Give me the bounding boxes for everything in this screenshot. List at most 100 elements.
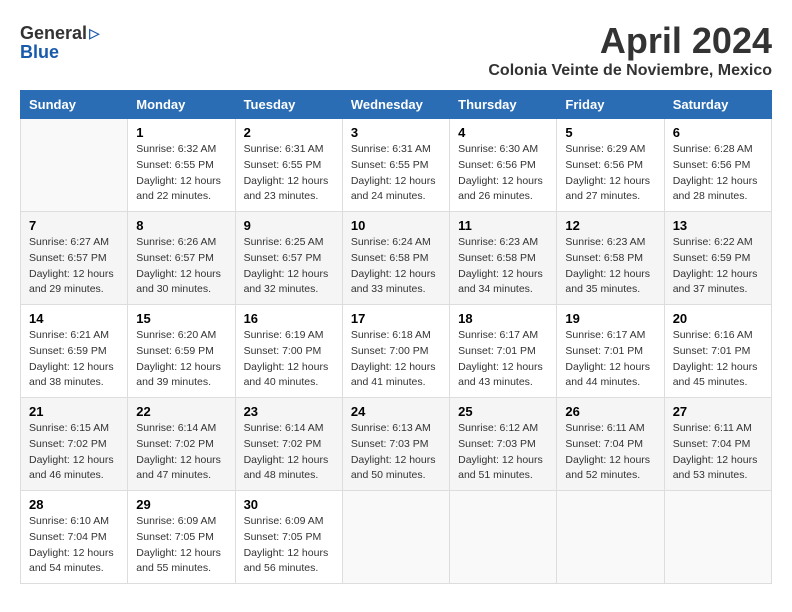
header-friday: Friday xyxy=(557,91,664,119)
cell-week5-day4 xyxy=(450,491,557,584)
cell-week4-day0: 21 Sunrise: 6:15 AMSunset: 7:02 PMDayligh… xyxy=(21,398,128,491)
day-info: Sunrise: 6:14 AMSunset: 7:02 PMDaylight:… xyxy=(136,421,226,484)
day-info: Sunrise: 6:15 AMSunset: 7:02 PMDaylight:… xyxy=(29,421,119,484)
cell-week5-day0: 28 Sunrise: 6:10 AMSunset: 7:04 PMDayligh… xyxy=(21,491,128,584)
cell-week2-day5: 12 Sunrise: 6:23 AMSunset: 6:58 PMDayligh… xyxy=(557,212,664,305)
cell-week3-day4: 18Sunrise: 6:17 AMSunset: 7:01 PMDayligh… xyxy=(450,305,557,398)
cell-week4-day1: 22 Sunrise: 6:14 AMSunset: 7:02 PMDayligh… xyxy=(128,398,235,491)
day-number: 22 xyxy=(136,404,226,419)
cell-week4-day6: 27 Sunrise: 6:11 AMSunset: 7:04 PMDayligh… xyxy=(664,398,771,491)
day-number: 1 xyxy=(136,125,226,140)
cell-week1-day4: 4 Sunrise: 6:30 AMSunset: 6:56 PMDaylight… xyxy=(450,119,557,212)
logo-general: General xyxy=(20,23,87,44)
day-info: Sunrise: 6:31 AMSunset: 6:55 PMDaylight:… xyxy=(351,142,441,205)
day-number: 24 xyxy=(351,404,441,419)
day-info: Sunrise: 6:18 AMSunset: 7:00 PMDaylight:… xyxy=(351,328,441,391)
day-info: Sunrise: 6:26 AMSunset: 6:57 PMDaylight:… xyxy=(136,235,226,298)
header-tuesday: Tuesday xyxy=(235,91,342,119)
day-info: Sunrise: 6:29 AMSunset: 6:56 PMDaylight:… xyxy=(565,142,655,205)
day-number: 5 xyxy=(565,125,655,140)
day-number: 18 xyxy=(458,311,548,326)
cell-week1-day5: 5 Sunrise: 6:29 AMSunset: 6:56 PMDaylight… xyxy=(557,119,664,212)
day-info: Sunrise: 6:23 AMSunset: 6:58 PMDaylight:… xyxy=(458,235,548,298)
cell-week1-day3: 3 Sunrise: 6:31 AMSunset: 6:55 PMDaylight… xyxy=(342,119,449,212)
day-number: 6 xyxy=(673,125,763,140)
day-number: 26 xyxy=(565,404,655,419)
day-info: Sunrise: 6:28 AMSunset: 6:56 PMDaylight:… xyxy=(673,142,763,205)
day-info: Sunrise: 6:12 AMSunset: 7:03 PMDaylight:… xyxy=(458,421,548,484)
cell-week5-day1: 29 Sunrise: 6:09 AMSunset: 7:05 PMDayligh… xyxy=(128,491,235,584)
day-number: 3 xyxy=(351,125,441,140)
day-info: Sunrise: 6:14 AMSunset: 7:02 PMDaylight:… xyxy=(244,421,334,484)
day-info: Sunrise: 6:09 AMSunset: 7:05 PMDaylight:… xyxy=(136,514,226,577)
cell-week2-day2: 9Sunrise: 6:25 AMSunset: 6:57 PMDaylight… xyxy=(235,212,342,305)
day-number: 7 xyxy=(29,218,119,233)
cell-week4-day2: 23 Sunrise: 6:14 AMSunset: 7:02 PMDayligh… xyxy=(235,398,342,491)
day-number: 25 xyxy=(458,404,548,419)
day-info: Sunrise: 6:16 AMSunset: 7:01 PMDaylight:… xyxy=(673,328,763,391)
day-info: Sunrise: 6:10 AMSunset: 7:04 PMDaylight:… xyxy=(29,514,119,577)
day-number: 28 xyxy=(29,497,119,512)
day-number: 8 xyxy=(136,218,226,233)
day-info: Sunrise: 6:32 AMSunset: 6:55 PMDaylight:… xyxy=(136,142,226,205)
day-info: Sunrise: 6:19 AMSunset: 7:00 PMDaylight:… xyxy=(244,328,334,391)
day-number: 29 xyxy=(136,497,226,512)
day-number: 4 xyxy=(458,125,548,140)
day-number: 23 xyxy=(244,404,334,419)
day-info: Sunrise: 6:11 AMSunset: 7:04 PMDaylight:… xyxy=(565,421,655,484)
header-thursday: Thursday xyxy=(450,91,557,119)
cell-week4-day4: 25 Sunrise: 6:12 AMSunset: 7:03 PMDayligh… xyxy=(450,398,557,491)
cell-week3-day1: 15 Sunrise: 6:20 AMSunset: 6:59 PMDayligh… xyxy=(128,305,235,398)
day-info: Sunrise: 6:09 AMSunset: 7:05 PMDaylight:… xyxy=(244,514,334,577)
day-number: 12 xyxy=(565,218,655,233)
day-info: Sunrise: 6:22 AMSunset: 6:59 PMDaylight:… xyxy=(673,235,763,298)
week-row-1: 1 Sunrise: 6:32 AMSunset: 6:55 PMDaylight… xyxy=(21,119,772,212)
header-wednesday: Wednesday xyxy=(342,91,449,119)
cell-week5-day2: 30 Sunrise: 6:09 AMSunset: 7:05 PMDayligh… xyxy=(235,491,342,584)
header-sunday: Sunday xyxy=(21,91,128,119)
cell-week5-day3 xyxy=(342,491,449,584)
cell-week2-day1: 8 Sunrise: 6:26 AMSunset: 6:57 PMDaylight… xyxy=(128,212,235,305)
day-info: Sunrise: 6:23 AMSunset: 6:58 PMDaylight:… xyxy=(565,235,655,298)
day-number: 11 xyxy=(458,218,548,233)
cell-week2-day3: 10Sunrise: 6:24 AMSunset: 6:58 PMDayligh… xyxy=(342,212,449,305)
day-info: Sunrise: 6:30 AMSunset: 6:56 PMDaylight:… xyxy=(458,142,548,205)
title-area: April 2024 Colonia Veinte de Noviembre, … xyxy=(488,20,772,80)
cell-week1-day6: 6 Sunrise: 6:28 AMSunset: 6:56 PMDaylight… xyxy=(664,119,771,212)
day-info: Sunrise: 6:13 AMSunset: 7:03 PMDaylight:… xyxy=(351,421,441,484)
day-number: 21 xyxy=(29,404,119,419)
cell-week1-day2: 2 Sunrise: 6:31 AMSunset: 6:55 PMDaylight… xyxy=(235,119,342,212)
cell-week3-day6: 20 Sunrise: 6:16 AMSunset: 7:01 PMDayligh… xyxy=(664,305,771,398)
day-info: Sunrise: 6:20 AMSunset: 6:59 PMDaylight:… xyxy=(136,328,226,391)
day-number: 30 xyxy=(244,497,334,512)
day-info: Sunrise: 6:17 AMSunset: 7:01 PMDaylight:… xyxy=(565,328,655,391)
day-number: 13 xyxy=(673,218,763,233)
logo-blue: Blue xyxy=(20,42,59,63)
cell-week5-day5 xyxy=(557,491,664,584)
header-row: SundayMondayTuesdayWednesdayThursdayFrid… xyxy=(21,91,772,119)
cell-week2-day0: 7 Sunrise: 6:27 AMSunset: 6:57 PMDaylight… xyxy=(21,212,128,305)
cell-week2-day4: 11 Sunrise: 6:23 AMSunset: 6:58 PMDayligh… xyxy=(450,212,557,305)
day-number: 20 xyxy=(673,311,763,326)
day-number: 15 xyxy=(136,311,226,326)
day-number: 14 xyxy=(29,311,119,326)
day-number: 27 xyxy=(673,404,763,419)
header-saturday: Saturday xyxy=(664,91,771,119)
week-row-5: 28 Sunrise: 6:10 AMSunset: 7:04 PMDayligh… xyxy=(21,491,772,584)
cell-week2-day6: 13 Sunrise: 6:22 AMSunset: 6:59 PMDayligh… xyxy=(664,212,771,305)
logo: General ▹ Blue xyxy=(20,20,100,63)
cell-week3-day3: 17 Sunrise: 6:18 AMSunset: 7:00 PMDayligh… xyxy=(342,305,449,398)
calendar-body: 1 Sunrise: 6:32 AMSunset: 6:55 PMDaylight… xyxy=(21,119,772,584)
cell-week3-day0: 14Sunrise: 6:21 AMSunset: 6:59 PMDayligh… xyxy=(21,305,128,398)
day-info: Sunrise: 6:27 AMSunset: 6:57 PMDaylight:… xyxy=(29,235,119,298)
cell-week4-day3: 24 Sunrise: 6:13 AMSunset: 7:03 PMDayligh… xyxy=(342,398,449,491)
day-number: 2 xyxy=(244,125,334,140)
subtitle: Colonia Veinte de Noviembre, Mexico xyxy=(488,62,772,80)
day-info: Sunrise: 6:31 AMSunset: 6:55 PMDaylight:… xyxy=(244,142,334,205)
day-info: Sunrise: 6:24 AMSunset: 6:58 PMDaylight:… xyxy=(351,235,441,298)
logo-bird-icon: ▹ xyxy=(89,20,100,46)
calendar-table: SundayMondayTuesdayWednesdayThursdayFrid… xyxy=(20,90,772,584)
day-info: Sunrise: 6:11 AMSunset: 7:04 PMDaylight:… xyxy=(673,421,763,484)
day-number: 17 xyxy=(351,311,441,326)
cell-week4-day5: 26 Sunrise: 6:11 AMSunset: 7:04 PMDayligh… xyxy=(557,398,664,491)
